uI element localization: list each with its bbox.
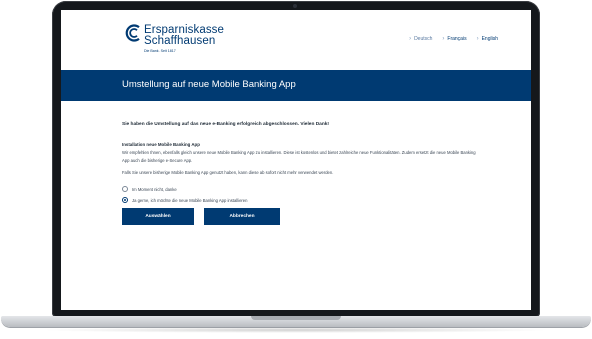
option-install-app[interactable]: Ja gerne, ich möchte die neue Mobile Ban… [122, 197, 247, 203]
section-heading: Installation neue Mobile Banking App [122, 142, 200, 147]
language-label: Français [447, 36, 467, 42]
language-link-deutsch[interactable]: › Deutsch [409, 36, 432, 42]
laptop-base [1, 316, 591, 327]
language-nav: › Deutsch › Français › English [409, 36, 498, 42]
recommendation-paragraph: Wir empfehlen Ihnen, ebenfalls gleich un… [122, 150, 476, 163]
laptop-notch [251, 316, 341, 320]
title-band: Umstellung auf neue Mobile Banking App [61, 70, 531, 101]
bank-logo[interactable]: Ersparniskasse Schaffhausen Die Bank. Se… [124, 24, 244, 64]
option-label: Ja gerne, ich möchte die neue Mobile Ban… [132, 197, 248, 203]
confirmation-message: Sie haben die Umstellung auf das neue e-… [122, 122, 330, 127]
page-title: Umstellung auf neue Mobile Banking App [122, 79, 296, 90]
bank-logo-icon [125, 24, 140, 42]
bank-name-line2: Schaffhausen [144, 35, 216, 47]
option-not-now[interactable]: Im Moment nicht, danke [122, 186, 177, 192]
bank-tagline: Die Bank. Seit 1817 [144, 49, 176, 53]
language-link-francais[interactable]: › Français [442, 36, 466, 42]
option-label: Im Moment nicht, danke [132, 186, 177, 192]
radio-button-unchecked[interactable] [122, 186, 128, 192]
legacy-app-notice: Falls Sie unsere bisherige Mobile Bankin… [122, 170, 334, 175]
cancel-button[interactable]: Abbrechen [204, 208, 280, 225]
chevron-right-icon: › [476, 36, 479, 42]
site-header: Ersparniskasse Schaffhausen Die Bank. Se… [61, 10, 531, 70]
browser-screen: Ersparniskasse Schaffhausen Die Bank. Se… [61, 10, 531, 310]
laptop-shadow [40, 327, 552, 333]
chevron-right-icon: › [409, 36, 412, 42]
language-label: Deutsch [414, 36, 433, 42]
radio-button-checked[interactable] [122, 197, 128, 203]
language-link-english[interactable]: › English [477, 36, 498, 42]
select-button[interactable]: Auswählen [122, 208, 194, 225]
chevron-right-icon: › [442, 36, 445, 42]
camera-icon [293, 4, 297, 8]
laptop-mockup: Ersparniskasse Schaffhausen Die Bank. Se… [0, 0, 592, 339]
language-label: English [481, 36, 498, 42]
